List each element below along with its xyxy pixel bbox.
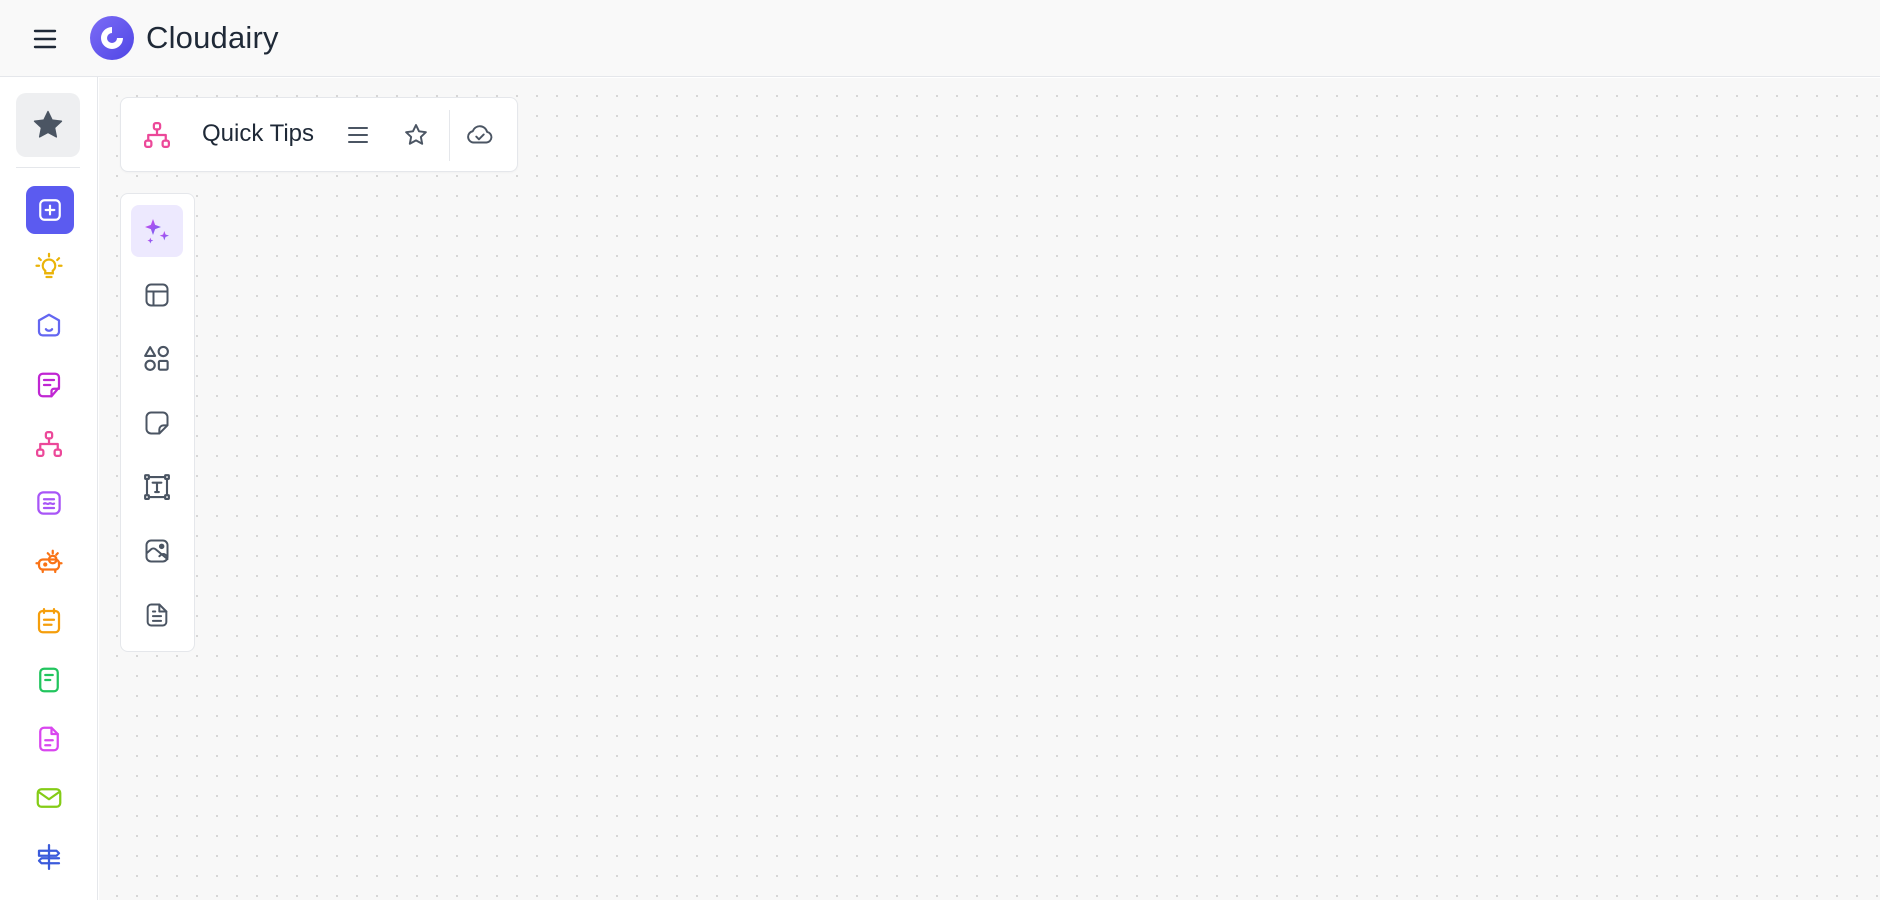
presentation-bot-icon[interactable] (31, 544, 67, 580)
document-tool-button[interactable] (131, 589, 183, 641)
image-tool-button[interactable] (131, 525, 183, 577)
favorite-button[interactable] (399, 118, 433, 152)
header-divider (449, 110, 450, 161)
star-filled-icon (31, 108, 65, 142)
sparkles-ai-icon (141, 215, 173, 247)
note-icon[interactable] (31, 367, 67, 403)
star-outline-icon (403, 122, 429, 148)
document-icon (143, 601, 171, 629)
sticky-note-tool-button[interactable] (131, 397, 183, 449)
tools-panel (120, 193, 195, 652)
top-bar: Cloudairy (0, 0, 1880, 77)
image-icon (143, 537, 171, 565)
signpost-icon[interactable] (31, 839, 67, 875)
hamburger-menu-icon[interactable] (28, 26, 62, 52)
sticky-note-icon (143, 409, 171, 437)
brand-name[interactable]: Cloudairy (146, 20, 279, 56)
sitemap-icon[interactable] (31, 426, 67, 462)
ai-tool-button[interactable] (131, 205, 183, 257)
home-icon[interactable] (31, 308, 67, 344)
layout-template-icon (143, 281, 171, 309)
file-text-icon[interactable] (31, 721, 67, 757)
document-lines-icon[interactable] (31, 485, 67, 521)
cloudairy-logo-icon[interactable] (89, 15, 135, 61)
mail-icon[interactable] (31, 780, 67, 816)
lightbulb-icon[interactable] (31, 249, 67, 285)
text-tool-button[interactable] (131, 461, 183, 513)
text-box-icon (142, 472, 172, 502)
shapes-tool-button[interactable] (131, 333, 183, 385)
templates-tool-button[interactable] (131, 269, 183, 321)
list-icon (346, 124, 370, 146)
whiteboard-canvas[interactable] (99, 78, 1880, 900)
plus-square-icon (37, 197, 63, 223)
notepad-icon[interactable] (31, 662, 67, 698)
cloud-check-icon (465, 122, 495, 148)
sitemap-icon (141, 119, 173, 151)
document-title[interactable]: Quick Tips (202, 120, 314, 148)
document-menu-button[interactable] (341, 118, 375, 152)
shapes-icon (142, 344, 172, 374)
cloud-sync-status[interactable] (463, 118, 497, 152)
left-sidebar (0, 77, 98, 900)
document-header: Quick Tips (120, 97, 518, 172)
add-new-button[interactable] (26, 186, 74, 234)
sidebar-divider (16, 167, 80, 168)
calendar-icon[interactable] (31, 603, 67, 639)
favorites-button[interactable] (16, 93, 80, 157)
